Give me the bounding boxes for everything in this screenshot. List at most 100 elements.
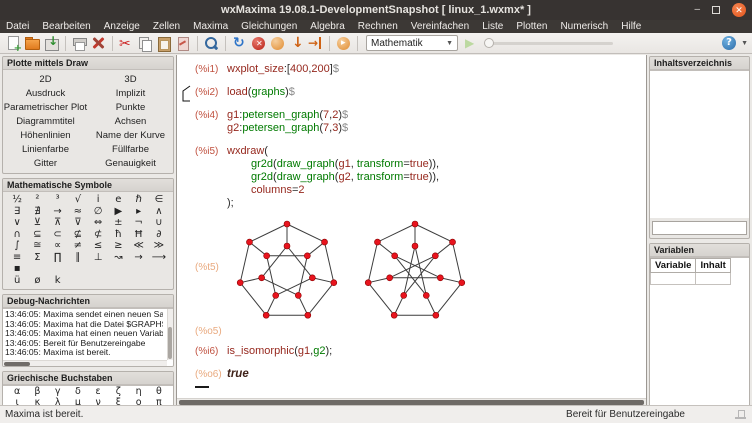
menu-liste[interactable]: Liste — [482, 20, 503, 33]
math-symbol-button[interactable]: ⊽ — [68, 217, 88, 229]
greek-letter-button[interactable]: α — [7, 387, 27, 398]
configure-icon[interactable] — [90, 35, 107, 52]
greek-letter-button[interactable]: κ — [27, 398, 47, 406]
variables-empty-row[interactable] — [651, 273, 731, 285]
animation-slider[interactable] — [485, 42, 613, 45]
copy-icon[interactable] — [137, 35, 154, 52]
math-symbol-button[interactable]: ⇔ — [88, 217, 108, 229]
greek-letter-button[interactable]: λ — [48, 398, 68, 406]
cut-icon[interactable] — [118, 35, 135, 52]
menu-plotten[interactable]: Plotten — [516, 20, 547, 33]
math-symbol-button[interactable]: i — [88, 194, 108, 206]
math-symbol-button[interactable]: → — [129, 252, 149, 264]
draw-button-ausdruck[interactable]: Ausdruck — [3, 86, 88, 100]
code-text[interactable]: g1:petersen_graph(7,2)$g2:petersen_graph… — [227, 109, 348, 135]
math-symbol-button[interactable]: ∨ — [7, 217, 27, 229]
menu-zellen[interactable]: Zellen — [153, 20, 180, 33]
menu-datei[interactable]: Datei — [6, 20, 29, 33]
math-symbol-button[interactable]: ≡ — [7, 252, 27, 264]
evaluate-rest-icon[interactable] — [335, 35, 352, 52]
close-button[interactable]: ✕ — [732, 3, 746, 17]
draw-button-achsen[interactable]: Achsen — [88, 114, 173, 128]
interrupt-icon[interactable] — [250, 35, 267, 52]
code-cell[interactable]: (%i6)is_isomorphic(g1,g2); — [185, 345, 646, 358]
draw-button-diagrammtitel[interactable]: Diagrammtitel — [3, 114, 88, 128]
math-symbol-button[interactable]: ħ — [108, 229, 128, 241]
paste-icon[interactable] — [156, 35, 173, 52]
greek-letter-button[interactable]: μ — [68, 398, 88, 406]
menu-vereinfachen[interactable]: Vereinfachen — [411, 20, 469, 33]
math-symbol-button[interactable]: ¬ — [129, 217, 149, 229]
math-symbol-button[interactable]: Ħ — [129, 229, 149, 241]
menu-hilfe[interactable]: Hilfe — [621, 20, 641, 33]
math-symbol-button[interactable]: ↝ — [108, 252, 128, 264]
greek-letter-button[interactable]: π — [149, 398, 169, 406]
slider-knob[interactable] — [484, 38, 494, 48]
maximize-button[interactable] — [712, 6, 720, 14]
play-icon[interactable] — [463, 35, 480, 52]
draw-button-3d[interactable]: 3D — [88, 72, 173, 86]
menu-bearbeiten[interactable]: Bearbeiten — [42, 20, 90, 33]
greek-letter-button[interactable]: η — [129, 387, 149, 398]
menu-rechnen[interactable]: Rechnen — [358, 20, 398, 33]
math-symbol-button[interactable]: ü — [7, 275, 27, 287]
menu-numerisch[interactable]: Numerisch — [560, 20, 608, 33]
math-symbol-button[interactable]: ⊈ — [68, 229, 88, 241]
math-symbol-button[interactable]: ∪ — [149, 217, 169, 229]
math-symbol-button[interactable]: ∫ — [7, 240, 27, 252]
math-symbol-button[interactable]: √ — [68, 194, 88, 206]
menu-anzeige[interactable]: Anzeige — [104, 20, 140, 33]
math-symbol-button[interactable]: ⊥ — [88, 252, 108, 264]
delete-icon[interactable] — [175, 35, 192, 52]
debug-horizontal-scrollbar[interactable] — [3, 360, 167, 366]
draw-button-implizit[interactable]: Implizit — [88, 86, 173, 100]
save-icon[interactable] — [43, 35, 60, 52]
worksheet-horizontal-scrollbar[interactable] — [177, 398, 646, 405]
code-cell[interactable]: (%i5)wxdraw(gr2d(draw_graph(g1, transfor… — [185, 145, 646, 210]
math-symbol-button[interactable]: ± — [108, 217, 128, 229]
greek-letter-button[interactable]: γ — [48, 387, 68, 398]
toc-list[interactable] — [650, 70, 749, 218]
math-symbol-button[interactable]: ½ — [7, 194, 27, 206]
draw-button-parametrischer-plot[interactable]: Parametrischer Plot — [3, 100, 88, 114]
chevron-down-icon[interactable]: ▼ — [741, 40, 748, 47]
math-symbol-button[interactable]: ℏ — [129, 194, 149, 206]
math-symbol-button[interactable]: ∏ — [48, 252, 68, 264]
math-symbol-button[interactable]: ≠ — [68, 240, 88, 252]
math-symbol-button[interactable]: ≪ — [129, 240, 149, 252]
print-icon[interactable] — [71, 35, 88, 52]
new-document-icon[interactable] — [5, 35, 22, 52]
find-icon[interactable] — [203, 35, 220, 52]
worksheet[interactable]: (%i1)wxplot_size:[400,200]$(%i2)load(gra… — [177, 55, 646, 405]
draw-button-genauigkeit[interactable]: Genauigkeit — [88, 156, 173, 170]
greek-letter-button[interactable]: δ — [68, 387, 88, 398]
greek-letter-button[interactable]: ξ — [108, 398, 128, 406]
petersen-graph-7-3-plot[interactable] — [355, 220, 475, 324]
menu-algebra[interactable]: Algebra — [310, 20, 344, 33]
math-symbol-button[interactable]: ∂ — [149, 229, 169, 241]
code-text[interactable]: wxdraw(gr2d(draw_graph(g1, transform=tru… — [227, 145, 439, 210]
greek-letter-button[interactable]: ι — [7, 398, 27, 406]
math-symbol-button[interactable]: ³ — [48, 194, 68, 206]
evaluate-cell-icon[interactable] — [288, 35, 305, 52]
code-text[interactable]: is_isomorphic(g1,g2); — [227, 345, 332, 358]
greek-letter-button[interactable]: β — [27, 387, 47, 398]
math-symbol-button[interactable]: ≫ — [149, 240, 169, 252]
math-symbol-button[interactable]: ▪ — [7, 263, 27, 275]
code-cell[interactable]: (%i2)load(graphs)$ — [185, 86, 646, 99]
greek-letter-button[interactable]: ζ — [108, 387, 128, 398]
help-icon[interactable] — [721, 35, 738, 52]
toc-filter-input[interactable] — [652, 221, 747, 235]
math-symbol-button[interactable]: ² — [27, 194, 47, 206]
evaluate-till-here-icon[interactable] — [307, 35, 324, 52]
math-symbol-button[interactable]: ≤ — [88, 240, 108, 252]
math-symbol-button[interactable]: ∧ — [149, 206, 169, 218]
debug-vertical-scrollbar[interactable] — [167, 309, 173, 360]
code-text[interactable]: load(graphs)$ — [227, 86, 295, 99]
math-symbol-button[interactable]: ⟶ — [149, 252, 169, 264]
math-symbol-button[interactable]: ⊻ — [27, 217, 47, 229]
restart-maxima-icon[interactable] — [231, 35, 248, 52]
minimize-button[interactable]: – — [694, 5, 700, 15]
draw-button-gitter[interactable]: Gitter — [3, 156, 88, 170]
code-text[interactable]: wxplot_size:[400,200]$ — [227, 63, 339, 76]
